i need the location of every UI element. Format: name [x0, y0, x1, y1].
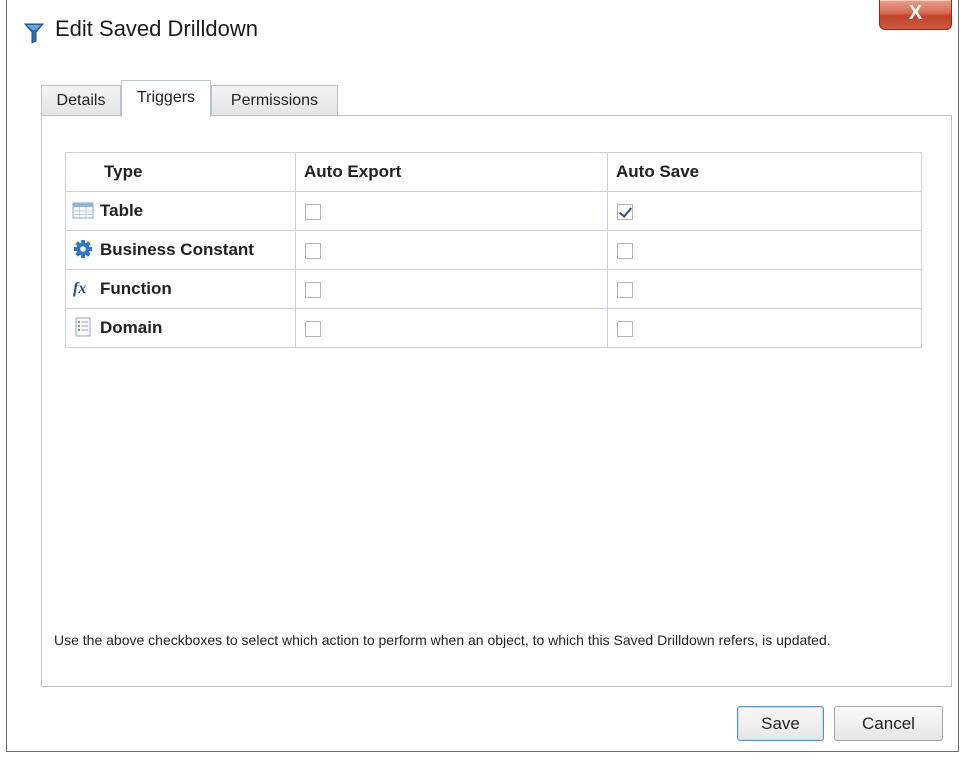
column-header-type: Type	[65, 152, 296, 192]
auto-save-cell	[607, 308, 922, 348]
type-cell: Domain	[65, 308, 296, 348]
type-cell: Business Constant	[65, 230, 296, 270]
edit-saved-drilldown-dialog: Edit Saved Drilldown X Details Triggers …	[6, 0, 959, 752]
table-row: Table	[65, 191, 922, 231]
domain-list-icon	[72, 317, 94, 337]
auto-save-cell	[607, 269, 922, 309]
table-icon	[72, 200, 94, 220]
auto-save-checkbox-table[interactable]	[617, 203, 633, 220]
function-fx-icon: fx	[72, 278, 94, 298]
table-row: fx Function	[65, 269, 922, 309]
svg-text:fx: fx	[73, 280, 86, 297]
type-cell: fx Function	[65, 269, 296, 309]
gear-icon	[72, 239, 94, 259]
column-header-auto-export: Auto Export	[295, 152, 608, 192]
auto-save-checkbox-domain[interactable]	[617, 320, 633, 337]
auto-export-cell	[295, 191, 608, 231]
type-label: Table	[100, 200, 144, 220]
tab-permissions[interactable]: Permissions	[211, 85, 338, 116]
auto-save-cell	[607, 230, 922, 270]
auto-save-checkbox-function[interactable]	[617, 281, 633, 298]
tab-details[interactable]: Details	[41, 85, 121, 116]
auto-export-checkbox-business-constant[interactable]	[305, 242, 321, 259]
type-label: Function	[100, 278, 172, 298]
cancel-button[interactable]: Cancel	[834, 706, 943, 741]
dialog-title: Edit Saved Drilldown	[55, 16, 258, 41]
column-header-auto-save: Auto Save	[607, 152, 922, 192]
table-row: Business Constant	[65, 230, 922, 270]
tab-triggers[interactable]: Triggers	[121, 80, 211, 117]
auto-export-cell	[295, 269, 608, 309]
save-button[interactable]: Save	[737, 706, 824, 741]
auto-save-cell	[607, 191, 922, 231]
auto-save-checkbox-business-constant[interactable]	[617, 242, 633, 259]
type-label: Business Constant	[100, 239, 254, 259]
auto-export-checkbox-domain[interactable]	[305, 320, 321, 337]
table-row: Domain	[65, 308, 922, 348]
type-cell: Table	[65, 191, 296, 231]
title-bar: Edit Saved Drilldown X	[7, 0, 958, 62]
funnel-icon	[23, 22, 45, 44]
type-label: Domain	[100, 317, 163, 337]
triggers-panel: Type Auto Export Auto Save Table Busines…	[41, 115, 952, 687]
table-header-row: Type Auto Export Auto Save	[65, 152, 922, 192]
auto-export-cell	[295, 308, 608, 348]
auto-export-checkbox-function[interactable]	[305, 281, 321, 298]
close-button[interactable]: X	[879, 0, 952, 30]
auto-export-checkbox-table[interactable]	[305, 203, 321, 220]
help-text: Use the above checkboxes to select which…	[54, 632, 831, 648]
triggers-table: Type Auto Export Auto Save Table Busines…	[65, 152, 922, 348]
auto-export-cell	[295, 230, 608, 270]
